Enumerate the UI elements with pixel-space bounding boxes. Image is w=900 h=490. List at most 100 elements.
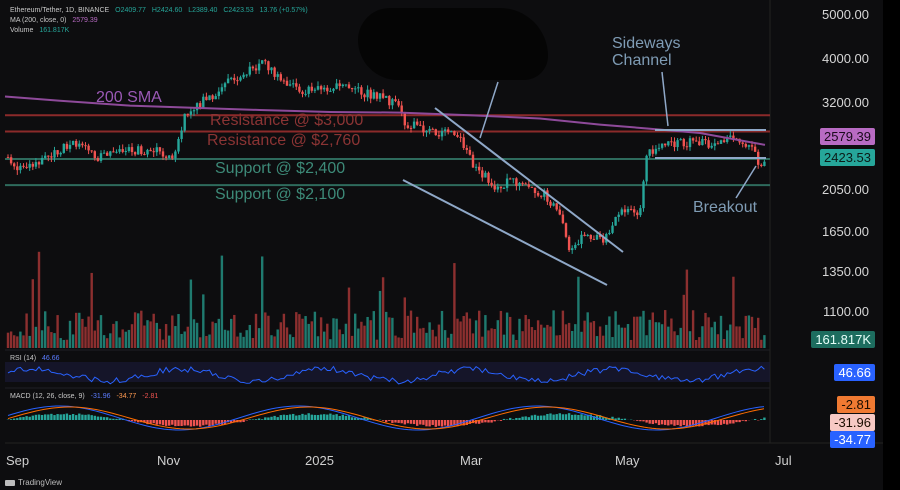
volume-bar bbox=[90, 272, 93, 348]
macd-hist-bar bbox=[533, 414, 537, 420]
candle-body bbox=[319, 86, 323, 90]
candle-body bbox=[496, 186, 499, 190]
volume-bar bbox=[16, 336, 19, 348]
volume-bar bbox=[403, 297, 406, 348]
candle-body bbox=[233, 77, 236, 81]
macd-hist-bar bbox=[512, 419, 515, 420]
volume-bar bbox=[192, 319, 196, 348]
macd-hist-bar bbox=[152, 420, 155, 424]
macd-legend-v1: -31.96 bbox=[90, 393, 111, 400]
volume-legend-value: 161.817K bbox=[39, 27, 70, 34]
candle-body bbox=[546, 190, 549, 202]
volume-bar bbox=[44, 311, 47, 348]
macd-hist-bar bbox=[760, 419, 763, 420]
candle-body bbox=[555, 203, 558, 210]
volume-bar bbox=[130, 324, 134, 348]
support-2100-annotation: Support @ $2,100 bbox=[215, 186, 346, 203]
candle-body bbox=[719, 140, 723, 144]
candle-body bbox=[552, 203, 555, 206]
candle-body bbox=[217, 91, 220, 97]
candle-body bbox=[450, 131, 453, 133]
macd-hist-bar bbox=[388, 420, 391, 422]
tradingview-logo-icon bbox=[5, 479, 15, 486]
candle-body bbox=[137, 146, 140, 155]
candle-body bbox=[611, 225, 614, 233]
volume-bar bbox=[366, 316, 369, 348]
macd-hist-bar bbox=[502, 418, 506, 420]
macd-hist-bar bbox=[617, 417, 620, 420]
candle-body bbox=[626, 208, 630, 213]
candle-body bbox=[760, 164, 763, 166]
macd-hist-bar bbox=[434, 420, 437, 427]
macd-hist-bar bbox=[177, 420, 180, 426]
candle-body bbox=[419, 124, 422, 126]
sideways-annotation-line1: Sideways bbox=[612, 35, 681, 52]
volume-bar bbox=[695, 339, 698, 348]
volume-bar bbox=[595, 336, 599, 348]
candle-body bbox=[59, 152, 62, 155]
volume-bar bbox=[9, 331, 13, 348]
candle-body bbox=[323, 87, 326, 90]
macd-hist-bar bbox=[298, 415, 301, 420]
rsi-legend: RSI (14) 46.66 bbox=[10, 354, 64, 363]
volume-bar bbox=[254, 313, 258, 348]
candle-body bbox=[152, 151, 155, 153]
volume-bar bbox=[47, 326, 50, 348]
volume-bar bbox=[586, 312, 589, 348]
volume-bar bbox=[633, 316, 636, 348]
macd-hist-bar bbox=[180, 420, 183, 427]
macd-hist-bar bbox=[313, 414, 317, 420]
candle-body bbox=[763, 161, 766, 166]
macd-hist-bar bbox=[735, 420, 738, 423]
volume-bar bbox=[474, 320, 478, 348]
macd-hist-bar bbox=[567, 413, 571, 420]
volume-bar bbox=[59, 338, 62, 348]
candle-body bbox=[385, 95, 388, 98]
volume-bar bbox=[546, 324, 549, 348]
volume-bar bbox=[626, 324, 630, 348]
volume-bar bbox=[357, 328, 360, 348]
candle-body bbox=[40, 157, 44, 165]
candle-body bbox=[316, 86, 320, 90]
macd-hist-bar bbox=[81, 414, 84, 420]
candle-body bbox=[416, 121, 419, 125]
candle-body bbox=[527, 184, 530, 187]
candle-body bbox=[722, 140, 726, 142]
macd-hist-bar bbox=[155, 420, 158, 425]
macd-hist-bar bbox=[130, 420, 134, 422]
candle-body bbox=[171, 155, 174, 159]
candle-body bbox=[394, 99, 397, 102]
candle-body bbox=[512, 178, 515, 180]
tradingview-brand: TradingView bbox=[18, 478, 63, 487]
volume-bar bbox=[478, 310, 481, 348]
volume-bar bbox=[78, 312, 81, 348]
candle-body bbox=[357, 87, 360, 89]
candle-body bbox=[304, 93, 307, 95]
volume-bar bbox=[722, 338, 726, 348]
candle-body bbox=[65, 143, 69, 149]
volume-bar bbox=[233, 314, 236, 348]
macd-hist-bar bbox=[664, 420, 667, 425]
macd-hist-bar bbox=[329, 413, 332, 420]
volume-bar bbox=[323, 331, 326, 348]
candle-body bbox=[301, 91, 304, 95]
candle-body bbox=[360, 87, 363, 95]
macd-hist-bar bbox=[292, 413, 295, 420]
macd-hist-bar bbox=[561, 414, 565, 420]
volume-bar bbox=[667, 326, 670, 348]
candle-body bbox=[50, 156, 53, 158]
macd-hist-bar bbox=[171, 420, 174, 425]
volume-bar bbox=[524, 314, 527, 348]
volume-bar bbox=[40, 330, 44, 348]
candle-body bbox=[710, 145, 713, 148]
candle-body bbox=[168, 155, 171, 158]
candle-body bbox=[245, 74, 248, 76]
candle-body bbox=[676, 140, 679, 148]
volume-bar bbox=[174, 326, 177, 348]
breakout-annotation: Breakout bbox=[693, 199, 758, 216]
volume-bar bbox=[186, 326, 189, 348]
volume-bar bbox=[75, 312, 78, 348]
candle-body bbox=[298, 86, 301, 92]
candle-body bbox=[409, 127, 413, 129]
candle-body bbox=[192, 110, 196, 112]
